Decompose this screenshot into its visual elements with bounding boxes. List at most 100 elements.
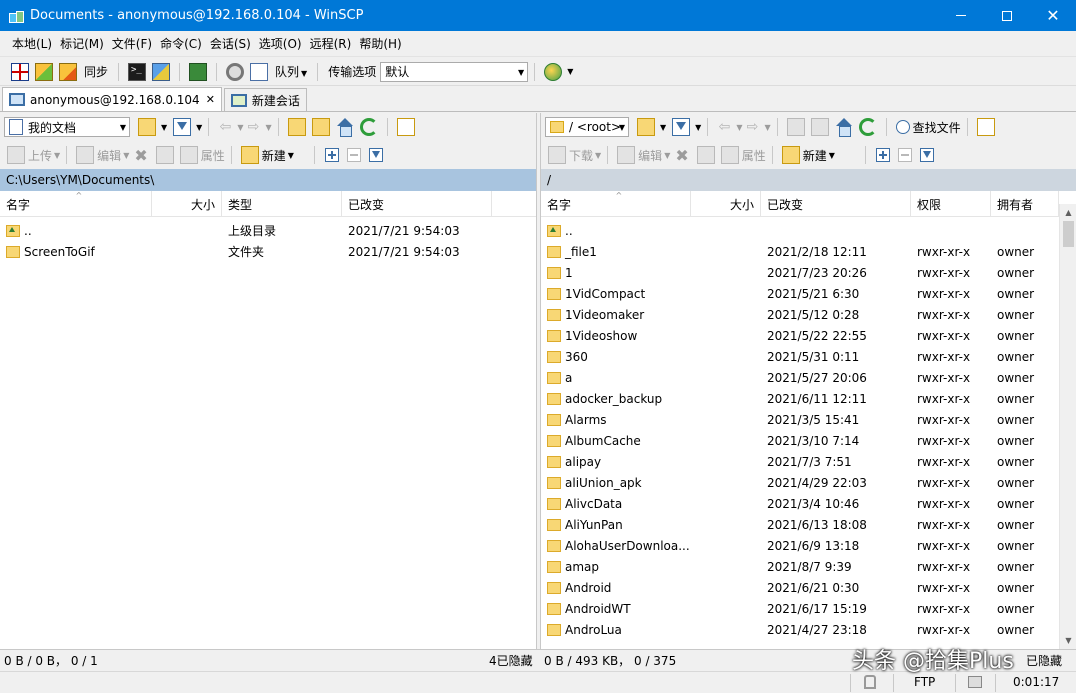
globe-icon[interactable] [544, 62, 563, 81]
edit-icon[interactable] [76, 146, 95, 164]
forward-arrow-icon[interactable]: ⇨ [243, 118, 263, 136]
properties-icon[interactable] [179, 146, 198, 164]
select-plus-icon[interactable] [875, 148, 890, 162]
queue-button[interactable]: 队列 ▼ [275, 63, 307, 80]
close-tab-icon[interactable]: ✕ [206, 93, 215, 106]
table-row[interactable]: adocker_backup 2021/6/11 12:11 rwxr-xr-x ow… [541, 388, 1076, 409]
tree-view-icon[interactable] [976, 118, 995, 136]
local-hidden-count[interactable]: 4已隐藏 [489, 652, 533, 669]
table-row[interactable]: 1 2021/7/23 20:26 rwxr-xr-x owner [541, 262, 1076, 283]
synchronize-button[interactable]: 同步 [84, 63, 108, 80]
unselect-minus-icon[interactable] [346, 148, 361, 162]
scroll-down-icon[interactable]: ▼ [1060, 632, 1076, 649]
scroll-up-icon[interactable]: ▲ [1060, 204, 1076, 221]
synchronize-icon[interactable] [59, 62, 77, 81]
table-row[interactable]: 1Videomaker 2021/5/12 0:28 rwxr-xr-x owner [541, 304, 1076, 325]
tab-new-session[interactable]: 新建会话 [223, 88, 307, 111]
properties-icon[interactable] [720, 146, 739, 164]
remote-scrollbar[interactable]: ▲ ▼ [1059, 204, 1076, 649]
new-folder-icon[interactable] [240, 146, 259, 164]
table-row[interactable]: AndroidWT 2021/6/17 15:19 rwxr-xr-x owner [541, 598, 1076, 619]
transfer-settings-select[interactable]: 默认 ▼ [380, 61, 529, 82]
home-icon[interactable] [336, 118, 354, 137]
chevron-down-icon[interactable]: ▼ [664, 151, 670, 160]
chevron-down-icon[interactable]: ▼ [123, 151, 129, 160]
remote-hidden-count[interactable]: 已隐藏 [1026, 652, 1062, 669]
refresh-icon[interactable] [858, 118, 877, 136]
table-row[interactable]: Android 2021/6/21 0:30 rwxr-xr-x owner [541, 577, 1076, 598]
filter-select-icon[interactable] [368, 148, 383, 162]
back-arrow-icon[interactable]: ⇦ [215, 118, 235, 136]
preferences-gear-icon[interactable] [226, 62, 245, 81]
home-icon[interactable] [835, 118, 853, 137]
local-location-select[interactable]: 我的文档 ▼ [4, 117, 130, 137]
refresh-icon[interactable] [359, 118, 378, 136]
menu-help[interactable]: 帮助(H) [355, 35, 405, 52]
delete-icon[interactable]: ✖ [134, 146, 147, 165]
edit-icon[interactable] [617, 146, 636, 164]
chevron-down-icon[interactable]: ▼ [695, 123, 701, 132]
rename-icon[interactable] [696, 146, 715, 164]
table-row[interactable]: AliYunPan 2021/6/13 18:08 rwxr-xr-x owner [541, 514, 1076, 535]
new-button[interactable]: 新建 [262, 147, 286, 164]
menu-remote[interactable]: 远程(R) [306, 35, 356, 52]
back-arrow-icon[interactable]: ⇦ [714, 118, 734, 136]
upload-button[interactable]: 上传 [28, 147, 52, 164]
synchronize-browsing-icon[interactable] [35, 62, 53, 81]
column-name[interactable]: 名字 ^ [0, 191, 152, 217]
root-directory-icon[interactable] [311, 118, 330, 136]
chevron-down-icon[interactable]: ▼ [265, 123, 271, 132]
minimize-button[interactable] [938, 0, 984, 31]
tab-session[interactable]: anonymous@192.168.0.104 ✕ [2, 87, 222, 111]
queue-network-icon[interactable] [189, 62, 208, 81]
column-owner[interactable]: 拥有者 [991, 191, 1059, 217]
table-row[interactable]: 1Videoshow 2021/5/22 22:55 rwxr-xr-x owner [541, 325, 1076, 346]
menu-files[interactable]: 文件(F) [108, 35, 156, 52]
download-button[interactable]: 下载 [569, 147, 593, 164]
table-row[interactable]: a 2021/5/27 20:06 rwxr-xr-x owner [541, 367, 1076, 388]
filter-icon[interactable] [173, 118, 192, 136]
chevron-down-icon[interactable]: ▼ [660, 123, 666, 132]
table-row[interactable]: AlbumCache 2021/3/10 7:14 rwxr-xr-x owner [541, 430, 1076, 451]
console-icon[interactable] [128, 62, 147, 81]
putty-icon[interactable] [152, 62, 171, 81]
table-row[interactable]: AndroLua 2021/4/27 23:18 rwxr-xr-x owner [541, 619, 1076, 636]
column-rights[interactable]: 权限 [911, 191, 991, 217]
table-row[interactable]: amap 2021/8/7 9:39 rwxr-xr-x owner [541, 556, 1076, 577]
table-row[interactable]: .. [541, 220, 1076, 241]
root-directory-icon[interactable] [810, 118, 829, 136]
chevron-down-icon[interactable]: ▼ [764, 123, 770, 132]
column-size[interactable]: 大小 [691, 191, 761, 217]
menu-commands[interactable]: 命令(C) [156, 35, 206, 52]
column-changed[interactable]: 已改变 [761, 191, 911, 217]
open-folder-icon[interactable] [138, 118, 156, 136]
table-row[interactable]: aliUnion_apk 2021/4/29 22:03 rwxr-xr-x owne… [541, 472, 1076, 493]
close-button[interactable]: ✕ [1030, 0, 1076, 31]
compare-directories-icon[interactable] [11, 62, 29, 81]
forward-arrow-icon[interactable]: ⇨ [742, 118, 762, 136]
new-folder-icon[interactable] [781, 146, 800, 164]
menu-options[interactable]: 选项(O) [255, 35, 306, 52]
tree-view-icon[interactable] [396, 118, 415, 136]
open-folder-icon[interactable] [637, 118, 655, 136]
new-button[interactable]: 新建 [803, 147, 827, 164]
column-type[interactable]: 类型 [222, 191, 342, 217]
properties-button[interactable]: 属性 [201, 147, 225, 164]
properties-button[interactable]: 属性 [742, 147, 766, 164]
find-files-button[interactable]: 查找文件 [913, 119, 961, 136]
queue-icon[interactable] [250, 62, 269, 81]
filter-icon[interactable] [672, 118, 691, 136]
parent-directory-icon[interactable] [287, 118, 306, 136]
table-row[interactable]: 360 2021/5/31 0:11 rwxr-xr-x owner [541, 346, 1076, 367]
remote-location-select[interactable]: / <root> ▼ [545, 117, 629, 137]
unselect-minus-icon[interactable] [897, 148, 912, 162]
table-row[interactable]: 1VidCompact 2021/5/21 6:30 rwxr-xr-x owner [541, 283, 1076, 304]
edit-button[interactable]: 编辑 [97, 147, 121, 164]
upload-icon[interactable] [7, 146, 25, 164]
menu-mark[interactable]: 标记(M) [56, 35, 108, 52]
chevron-down-icon[interactable]: ▼ [161, 123, 167, 132]
find-files-icon[interactable] [895, 120, 910, 134]
download-icon[interactable] [548, 146, 566, 164]
table-row[interactable]: Alarms 2021/3/5 15:41 rwxr-xr-x owner [541, 409, 1076, 430]
table-row[interactable]: AlivcData 2021/3/4 10:46 rwxr-xr-x owner [541, 493, 1076, 514]
